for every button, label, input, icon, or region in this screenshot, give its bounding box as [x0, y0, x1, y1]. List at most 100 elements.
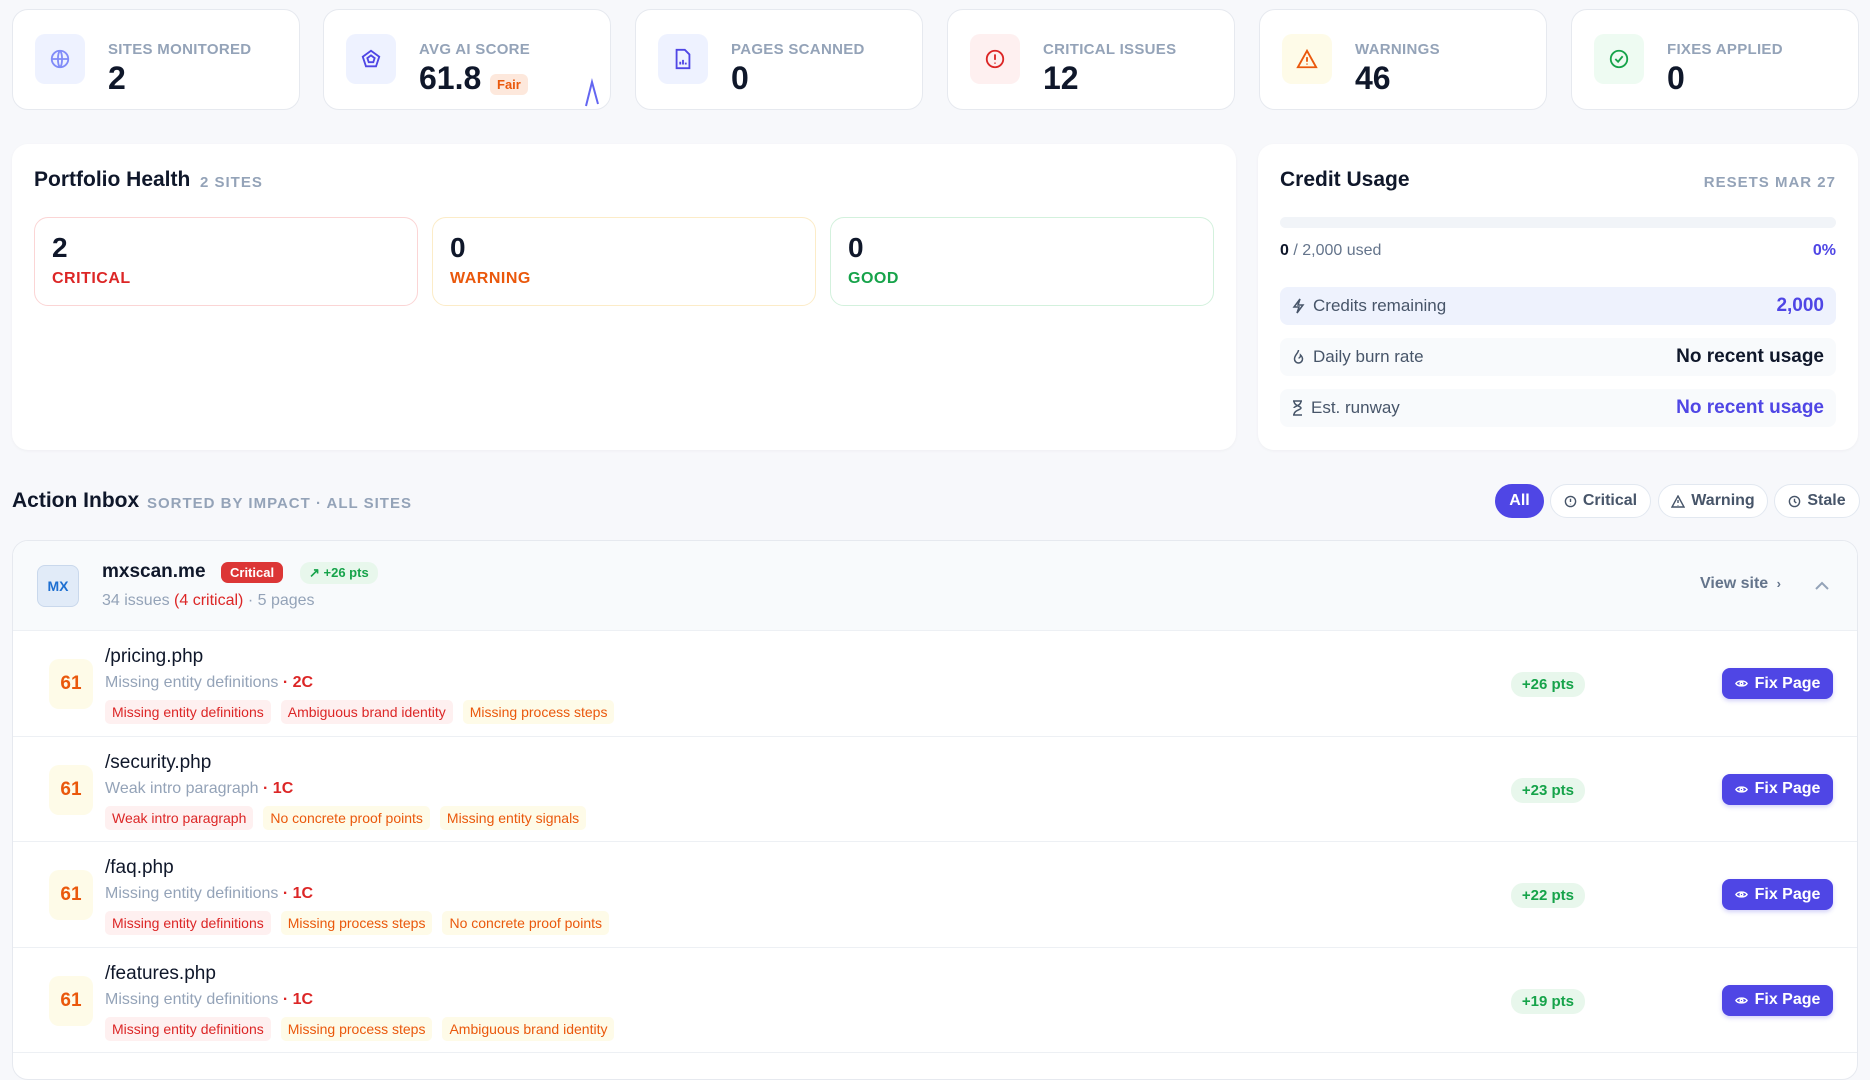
warning-triangle-icon [1671, 495, 1685, 508]
health-critical-box[interactable]: 2 CRITICAL [34, 217, 418, 306]
fix-page-label: Fix Page [1755, 886, 1821, 904]
fix-page-button[interactable]: Fix Page [1722, 668, 1833, 699]
impact-points-badge: +26 pts [1511, 672, 1585, 697]
clock-icon [1788, 495, 1801, 508]
critical-count: · 1C [283, 885, 313, 902]
stat-card-avg-score: AVG AI SCORE 61.8 Fair [323, 9, 611, 110]
issue-count: 34 issues [102, 592, 170, 609]
panel-subtitle: 2 SITES [200, 174, 263, 191]
usage-text: 0 / 2,000 used [1280, 242, 1381, 260]
stat-label: PAGES SCANNED [731, 41, 865, 58]
stat-card-critical: CRITICAL ISSUES 12 [947, 9, 1235, 110]
panel-title: Credit Usage [1280, 168, 1410, 192]
filter-label: Critical [1583, 492, 1637, 510]
page-issue-summary: Missing entity definitions · 1C [105, 885, 313, 903]
stat-card-fixes: FIXES APPLIED 0 [1571, 9, 1859, 110]
issue-tag: Missing entity definitions [105, 700, 271, 724]
stat-value: 61.8 [419, 60, 481, 97]
filter-warning[interactable]: Warning [1658, 484, 1768, 518]
site-trend-badge: ↗ +26 pts [300, 562, 378, 584]
issue-tags: Missing entity definitionsAmbiguous bran… [105, 700, 614, 724]
fix-page-label: Fix Page [1755, 991, 1821, 1009]
stat-value: 46 [1355, 60, 1391, 97]
fix-page-label: Fix Page [1755, 675, 1821, 693]
credit-progress-bar [1280, 217, 1836, 228]
reset-date: RESETS MAR 27 [1704, 174, 1836, 191]
top-issue: Missing entity definitions [105, 991, 278, 1008]
health-good-box[interactable]: 0GOOD [830, 217, 1214, 306]
count: 2 [52, 232, 68, 264]
flame-icon [1292, 349, 1305, 365]
eye-icon [1735, 996, 1748, 1005]
trend-up-icon: ↗ [309, 565, 324, 580]
page-path[interactable]: /faq.php [105, 857, 174, 879]
impact-points-badge: +19 pts [1511, 989, 1585, 1014]
action-inbox-subtitle: SORTED BY IMPACT · ALL SITES [147, 495, 412, 512]
page-path[interactable]: /features.php [105, 963, 216, 985]
alert-circle-icon [1564, 495, 1577, 508]
stat-value: 12 [1043, 60, 1079, 97]
page-issue-row[interactable]: 61 /features.php Missing entity definiti… [13, 948, 1857, 1054]
issue-tag: No concrete proof points [442, 911, 609, 935]
fix-page-button[interactable]: Fix Page [1722, 879, 1833, 910]
impact-points-badge: +22 pts [1511, 883, 1585, 908]
top-issue: Missing entity definitions [105, 674, 278, 691]
critical-count: · 1C [263, 780, 293, 797]
view-site-label: View site [1700, 575, 1768, 592]
filter-stale[interactable]: Stale [1774, 484, 1860, 518]
issue-tag: Missing process steps [281, 1017, 433, 1041]
row-label: Est. runway [1311, 398, 1400, 418]
filter-label: All [1509, 492, 1529, 510]
issue-tag: Ambiguous brand identity [442, 1017, 614, 1041]
view-site-link[interactable]: View site › [1700, 575, 1781, 593]
page-path[interactable]: /security.php [105, 752, 211, 774]
site-name: mxscan.me [102, 561, 206, 583]
top-issue: Missing entity definitions [105, 885, 278, 902]
stat-card-sites: SITES MONITORED 2 [12, 9, 300, 110]
critical-count: · 1C [283, 991, 313, 1008]
stat-label: CRITICAL ISSUES [1043, 41, 1176, 58]
row-label: Daily burn rate [1313, 347, 1424, 367]
site-summary: 34 issues (4 critical) · 5 pages [102, 592, 315, 610]
site-group-header[interactable]: MX mxscan.me Critical ↗ +26 pts 34 issue… [13, 541, 1857, 631]
page-issue-row[interactable]: 61 /pricing.php Missing entity definitio… [13, 631, 1857, 737]
issue-tag: Missing process steps [463, 700, 615, 724]
action-inbox-title: Action Inbox [12, 489, 139, 513]
label: WARNING [450, 270, 531, 288]
label: CRITICAL [52, 270, 131, 288]
check-circle-icon [1594, 34, 1644, 84]
critical-count: · 2C [283, 674, 313, 691]
stat-card-pages: PAGES SCANNED 0 [635, 9, 923, 110]
est-runway-row: Est. runway No recent usage [1280, 389, 1836, 427]
fix-page-button[interactable]: Fix Page [1722, 985, 1833, 1016]
chevron-up-icon[interactable] [1815, 581, 1829, 590]
issue-tag: No concrete proof points [263, 806, 430, 830]
page-score: 61 [49, 765, 93, 815]
filter-all[interactable]: All [1495, 484, 1544, 518]
stat-card-warnings: WARNINGS 46 [1259, 9, 1547, 110]
page-path[interactable]: /pricing.php [105, 646, 203, 668]
row-value: No recent usage [1676, 397, 1824, 419]
trend-value: +26 pts [324, 565, 369, 580]
stat-value: 2 [108, 60, 126, 97]
page-issue-row[interactable]: 61 /security.php Weak intro paragraph · … [13, 737, 1857, 843]
filter-critical[interactable]: Critical [1550, 484, 1651, 518]
page-score: 61 [49, 870, 93, 920]
issue-tag: Weak intro paragraph [105, 806, 253, 830]
hourglass-icon [1292, 400, 1303, 416]
issue-tags: Weak intro paragraph No concrete proof po… [105, 806, 586, 830]
issue-tag: Missing entity definitions [105, 1017, 271, 1041]
site-group: MX mxscan.me Critical ↗ +26 pts 34 issue… [12, 540, 1858, 1080]
fix-page-button[interactable]: Fix Page [1722, 774, 1833, 805]
health-warning-box[interactable]: 0WARNING [432, 217, 816, 306]
credit-usage-panel: Credit Usage RESETS MAR 27 0 / 2,000 use… [1258, 144, 1858, 450]
page-issue-row[interactable]: 61 /faq.php Missing entity definitions ·… [13, 842, 1857, 948]
stat-label: WARNINGS [1355, 41, 1440, 58]
stat-label: SITES MONITORED [108, 41, 251, 58]
stat-value: 0 [1667, 60, 1685, 97]
eye-icon [1735, 785, 1748, 794]
site-avatar: MX [37, 565, 79, 607]
page-score: 61 [49, 659, 93, 709]
impact-points-badge: +23 pts [1511, 778, 1585, 803]
filter-label: Stale [1807, 492, 1845, 510]
